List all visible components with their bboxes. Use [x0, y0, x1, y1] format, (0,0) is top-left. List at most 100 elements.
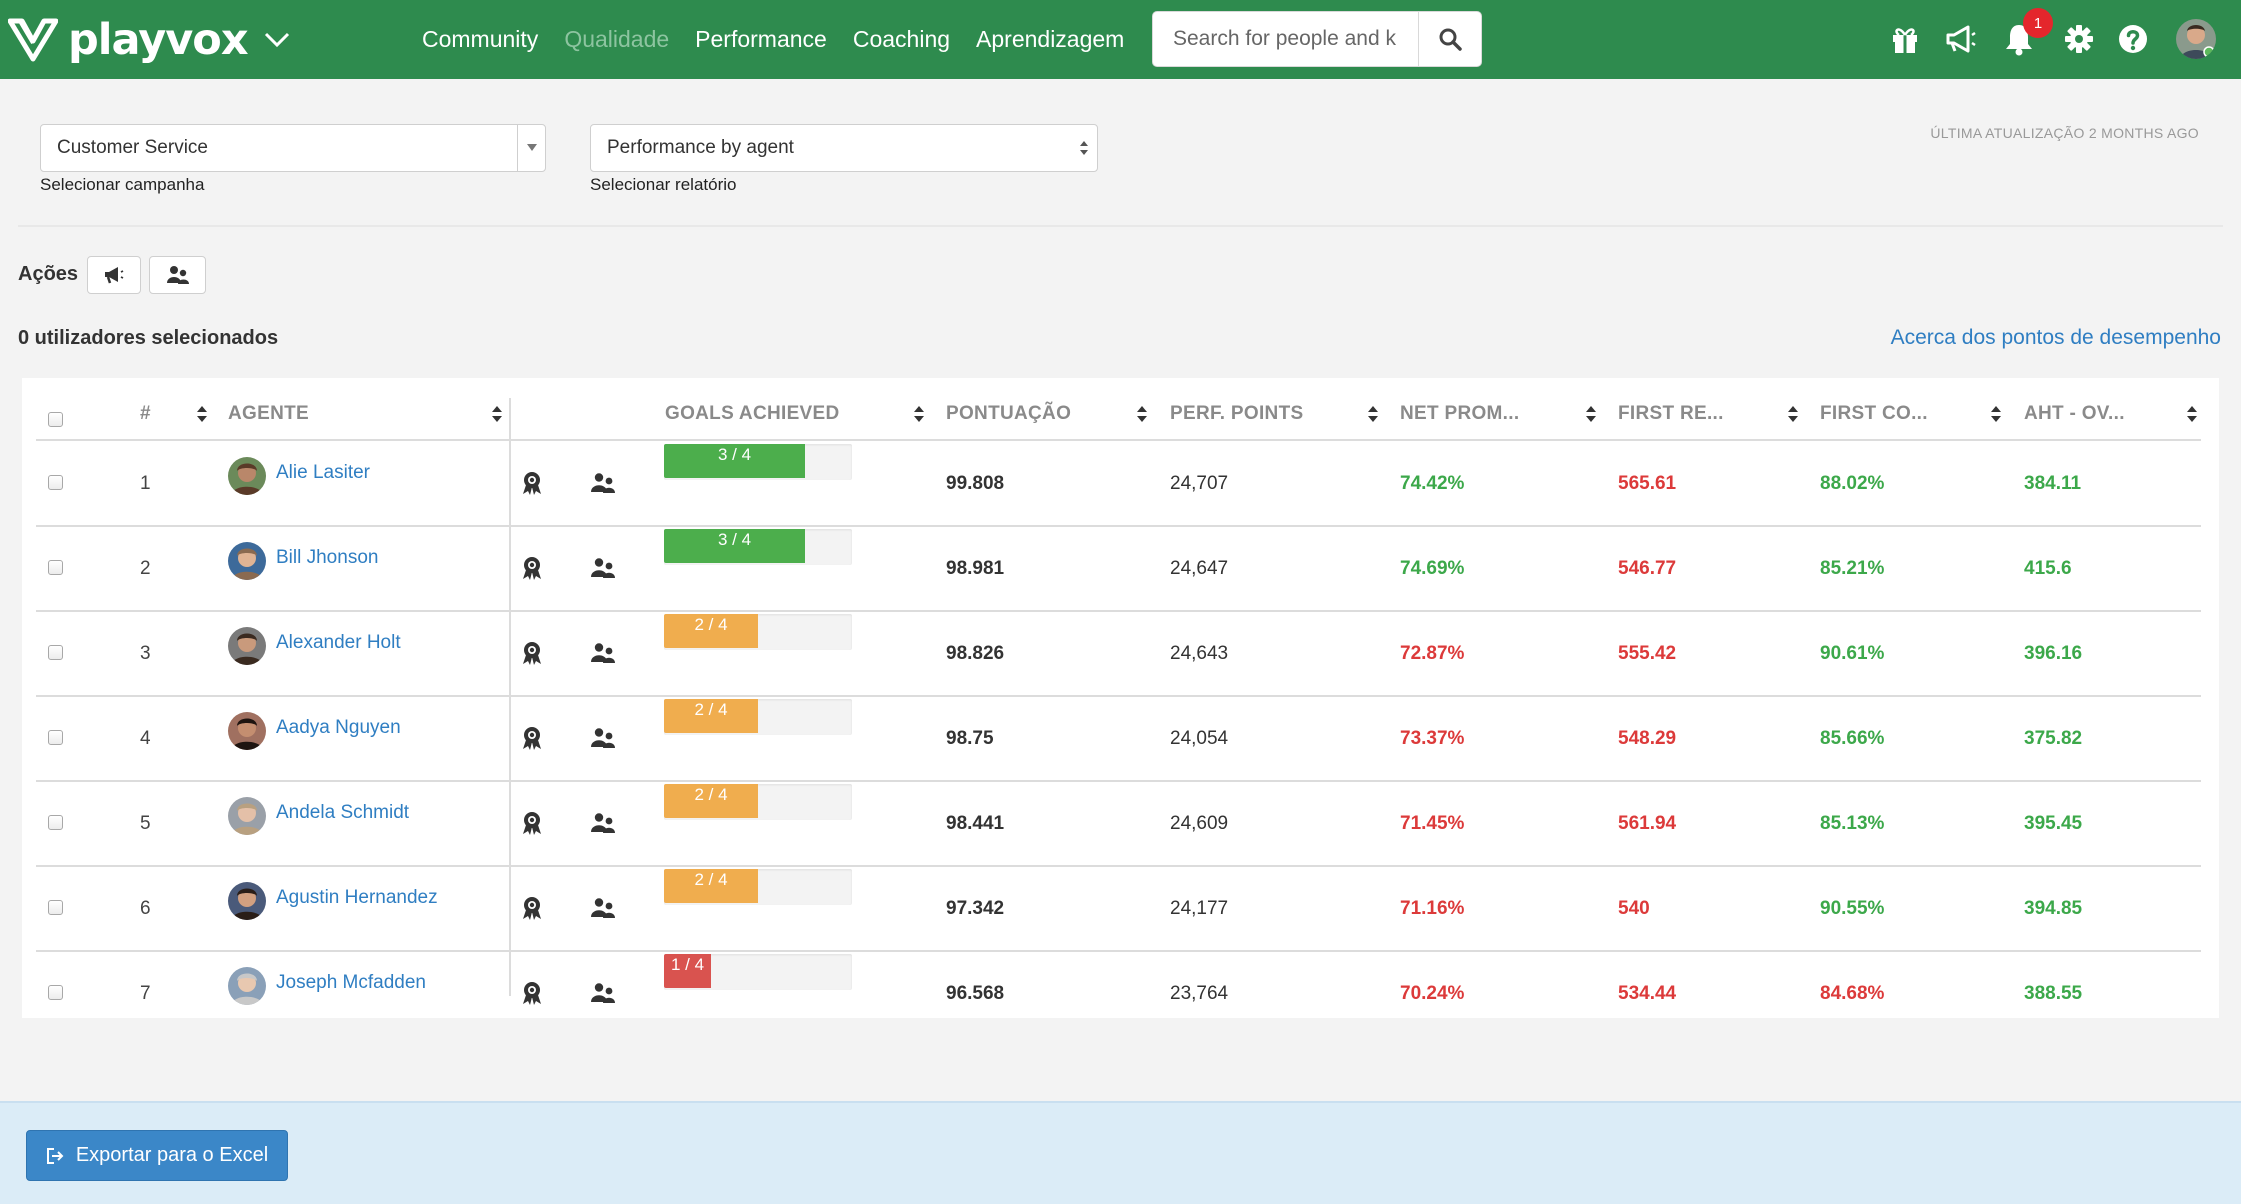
agent-avatar[interactable] — [228, 456, 266, 495]
award-icon[interactable] — [519, 725, 545, 751]
agent-name-link[interactable]: Bill Jhonson — [276, 547, 378, 569]
main-nav: Community Qualidade Performance Coaching… — [422, 0, 1150, 79]
row-score: 98.826 — [946, 642, 1005, 664]
agent-name-link[interactable]: Andela Schmidt — [276, 802, 409, 824]
row-rank: 4 — [140, 727, 151, 749]
row-checkbox[interactable] — [48, 559, 63, 575]
row-aht: 388.55 — [2024, 982, 2083, 1004]
award-icon[interactable] — [519, 555, 545, 581]
header-perf-points: PERF. POINTS — [1170, 403, 1304, 424]
sort-icon[interactable] — [1990, 405, 2002, 423]
agent-name-link[interactable]: Agustin Hernandez — [276, 887, 438, 909]
actions-label: Ações — [18, 263, 79, 285]
search-icon — [1439, 28, 1462, 51]
row-checkbox[interactable] — [48, 729, 63, 745]
last-update-text: ÚLTIMA ATUALIZAÇÃO 2 MONTHS AGO — [1930, 125, 2199, 141]
row-score: 99.808 — [946, 472, 1005, 494]
agent-name-link[interactable]: Joseph Mcfadden — [276, 972, 426, 994]
export-excel-button[interactable]: Exportar para o Excel — [26, 1130, 288, 1181]
sort-icon[interactable] — [913, 405, 925, 423]
row-checkbox[interactable] — [48, 984, 63, 1000]
nav-performance[interactable]: Performance — [695, 26, 827, 53]
goals-progress-bar: 2 / 4 — [664, 613, 852, 650]
goals-progress-bar: 3 / 4 — [664, 528, 852, 565]
report-value: Performance by agent — [607, 137, 794, 158]
users-icon[interactable] — [590, 472, 616, 498]
megaphone-icon[interactable] — [1941, 19, 1981, 59]
footer-bar — [0, 1101, 2241, 1204]
award-icon[interactable] — [519, 980, 545, 1006]
help-icon[interactable] — [2113, 19, 2153, 59]
row-perf-points: 24,707 — [1170, 472, 1229, 494]
gift-icon[interactable] — [1885, 19, 1925, 59]
agent-avatar[interactable] — [228, 796, 266, 835]
row-checkbox[interactable] — [48, 644, 63, 660]
users-icon[interactable] — [590, 812, 616, 838]
agent-avatar[interactable] — [228, 626, 266, 665]
row-rank: 3 — [140, 642, 151, 664]
row-score: 98.75 — [946, 727, 994, 749]
row-score: 96.568 — [946, 982, 1005, 1004]
goals-progress-bar: 1 / 4 — [664, 953, 852, 990]
sort-icon[interactable] — [1367, 405, 1379, 423]
users-icon[interactable] — [590, 557, 616, 583]
agent-avatar[interactable] — [228, 711, 266, 750]
sort-icon[interactable] — [1136, 405, 1148, 423]
search-input[interactable] — [1152, 11, 1418, 67]
agent-avatar[interactable] — [228, 541, 266, 580]
award-icon[interactable] — [519, 470, 545, 496]
nav-community[interactable]: Community — [422, 26, 538, 53]
sort-icon[interactable] — [1585, 405, 1597, 423]
agent-name-link[interactable]: Aadya Nguyen — [276, 717, 401, 739]
users-icon[interactable] — [590, 642, 616, 668]
select-all-checkbox[interactable] — [48, 412, 63, 427]
goals-progress-bar: 2 / 4 — [664, 783, 852, 820]
agent-avatar[interactable] — [228, 966, 266, 1005]
users-icon[interactable] — [590, 727, 616, 753]
announce-button[interactable] — [87, 256, 141, 294]
nav-coaching[interactable]: Coaching — [853, 26, 950, 53]
about-performance-points-link[interactable]: Acerca dos pontos de desempenho — [1891, 326, 2221, 350]
award-icon[interactable] — [519, 640, 545, 666]
report-select[interactable]: Performance by agent — [590, 124, 1098, 172]
nav-aprendizagem[interactable]: Aprendizagem — [976, 26, 1124, 53]
group-users-button[interactable] — [149, 256, 206, 294]
users-icon[interactable] — [590, 897, 616, 923]
sort-icon[interactable] — [2186, 405, 2198, 423]
goals-progress-fill: 1 / 4 — [664, 953, 711, 988]
sort-icon[interactable] — [491, 405, 503, 423]
chevron-down-icon[interactable] — [264, 32, 290, 48]
award-icon[interactable] — [519, 810, 545, 836]
row-rank: 2 — [140, 557, 151, 579]
agent-name-link[interactable]: Alexander Holt — [276, 632, 401, 654]
campaign-dropdown-toggle[interactable] — [517, 125, 545, 171]
award-icon[interactable] — [519, 895, 545, 921]
search-button[interactable] — [1418, 11, 1482, 67]
user-avatar[interactable] — [2176, 19, 2216, 59]
sort-icon[interactable] — [1787, 405, 1799, 423]
row-checkbox[interactable] — [48, 814, 63, 830]
row-net-prom: 74.42% — [1400, 472, 1465, 494]
campaign-caption: Selecionar campanha — [40, 175, 205, 194]
users-icon[interactable] — [590, 982, 616, 1008]
nav-qualidade[interactable]: Qualidade — [564, 26, 669, 53]
row-rank: 7 — [140, 982, 151, 1004]
gear-icon[interactable] — [2059, 19, 2099, 59]
goals-progress-fill: 2 / 4 — [664, 613, 758, 648]
row-first-co: 85.66% — [1820, 727, 1885, 749]
sort-icon[interactable] — [196, 405, 208, 423]
row-first-re: 534.44 — [1618, 982, 1677, 1004]
row-checkbox[interactable] — [48, 474, 63, 490]
playvox-logo-icon — [8, 18, 58, 62]
users-icon — [166, 266, 189, 284]
row-aht: 395.45 — [2024, 812, 2083, 834]
row-first-co: 84.68% — [1820, 982, 1885, 1004]
agent-avatar[interactable] — [228, 881, 266, 920]
goals-progress-fill: 3 / 4 — [664, 443, 805, 478]
campaign-select[interactable]: Customer Service — [40, 124, 546, 172]
brand-logo[interactable]: playvox — [8, 15, 290, 65]
row-checkbox[interactable] — [48, 899, 63, 915]
agent-name-link[interactable]: Alie Lasiter — [276, 462, 370, 484]
header-agent: AGENTE — [228, 403, 309, 424]
top-navbar: playvox Community Qualidade Performance … — [0, 0, 2241, 79]
